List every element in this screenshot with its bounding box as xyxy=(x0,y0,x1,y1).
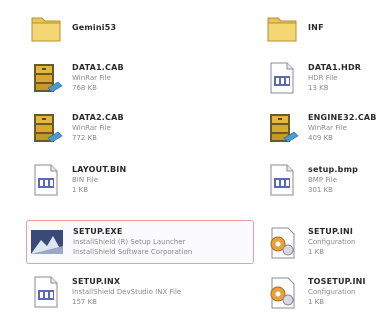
file-size: 1 KB xyxy=(308,248,325,256)
file-size: 1 KB xyxy=(308,298,325,306)
bin-file-icon xyxy=(26,160,66,200)
file-name: setup.bmp xyxy=(308,165,359,174)
file-size: 1 KB xyxy=(72,186,89,194)
folder-item-gemini53[interactable]: Gemini53 xyxy=(26,6,196,50)
file-name: SETUP.INI xyxy=(308,227,354,236)
inx-file-icon xyxy=(26,272,66,312)
file-type: WinRar File xyxy=(72,124,111,132)
file-company: InstallShield Software Corporation xyxy=(73,248,193,256)
file-item-data1-hdr[interactable]: DATA1.HDR HDR File 13 KB xyxy=(262,56,376,100)
file-item-setup-exe[interactable]: SETUP.EXE InstallShield (R) Setup Launch… xyxy=(26,220,254,264)
hdr-file-icon xyxy=(262,58,302,98)
file-type: HDR File xyxy=(308,74,338,82)
cabinet-archive-icon xyxy=(26,58,66,98)
file-name: ENGINE32.CAB xyxy=(308,113,376,122)
file-size: 409 KB xyxy=(308,134,333,142)
file-size: 301 KB xyxy=(308,186,333,194)
cabinet-archive-icon xyxy=(26,108,66,148)
file-type: BMP File xyxy=(308,176,338,184)
file-list-pane: Gemini53 INF DATA1.CAB WinRar File 768 K… xyxy=(0,0,376,325)
file-size: 768 KB xyxy=(72,84,97,92)
file-item-data1-cab[interactable]: DATA1.CAB WinRar File 768 KB xyxy=(26,56,196,100)
file-size: 13 KB xyxy=(308,84,329,92)
file-name: SETUP.EXE xyxy=(73,227,123,236)
file-type: InstallShield (R) Setup Launcher xyxy=(73,238,186,246)
file-item-setup-bmp[interactable]: setup.bmp BMP File 301 KB xyxy=(262,158,376,202)
bmp-file-icon xyxy=(262,160,302,200)
file-item-engine32-cab[interactable]: ENGINE32.CAB WinRar File 409 KB xyxy=(262,106,376,150)
folder-icon xyxy=(26,8,66,48)
file-name: DATA2.CAB xyxy=(72,113,124,122)
file-item-layout-bin[interactable]: LAYOUT.BIN BIN File 1 KB xyxy=(26,158,196,202)
file-item-tosetup-ini[interactable]: TOSETUP.INI Configuration 1 KB xyxy=(262,270,376,314)
file-type: Configuration xyxy=(308,288,356,296)
file-type: WinRar File xyxy=(308,124,347,132)
file-name: TOSETUP.INI xyxy=(308,277,366,286)
file-size: 772 KB xyxy=(72,134,97,142)
file-type: InstallShield DevStudio INX File xyxy=(72,288,182,296)
file-type: BIN File xyxy=(72,176,99,184)
file-name: LAYOUT.BIN xyxy=(72,165,127,174)
file-name: Gemini53 xyxy=(72,23,117,32)
cabinet-archive-icon xyxy=(262,108,302,148)
file-name: INF xyxy=(308,23,324,32)
ini-settings-icon xyxy=(262,272,302,312)
file-item-setup-inx[interactable]: SETUP.INX InstallShield DevStudio INX Fi… xyxy=(26,270,254,314)
file-name: SETUP.INX xyxy=(72,277,121,286)
ini-settings-icon xyxy=(262,222,302,262)
file-item-data2-cab[interactable]: DATA2.CAB WinRar File 772 KB xyxy=(26,106,196,150)
file-type: Configuration xyxy=(308,238,356,246)
folder-item-inf[interactable]: INF xyxy=(262,6,376,50)
folder-icon xyxy=(262,8,302,48)
file-name: DATA1.HDR xyxy=(308,63,362,72)
installshield-setup-icon xyxy=(27,222,67,262)
file-item-setup-ini[interactable]: SETUP.INI Configuration 1 KB xyxy=(262,220,376,264)
file-size: 157 KB xyxy=(72,298,97,306)
file-name: DATA1.CAB xyxy=(72,63,124,72)
file-type: WinRar File xyxy=(72,74,111,82)
